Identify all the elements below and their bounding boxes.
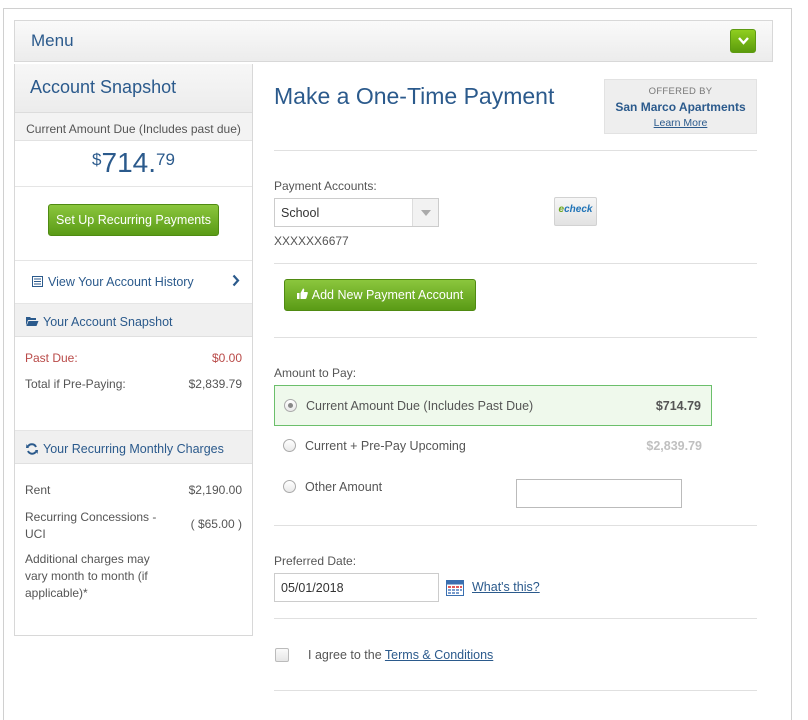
- option-current-due[interactable]: Current Amount Due (Includes Past Due) $…: [274, 385, 712, 426]
- learn-more-link[interactable]: Learn More: [605, 117, 756, 129]
- folder-open-icon: [26, 317, 39, 326]
- option-prepay-upcoming[interactable]: Current + Pre-Pay Upcoming $2,839.79: [274, 426, 712, 467]
- thumbs-up-icon: [296, 288, 308, 299]
- view-account-history-link[interactable]: View Your Account History: [15, 261, 252, 304]
- current-due-label: Current Amount Due (Includes past due): [15, 113, 252, 141]
- menu-bar: Menu: [14, 20, 773, 62]
- current-due-amount: $714.79: [15, 141, 252, 187]
- terms-conditions-link[interactable]: Terms & Conditions: [385, 648, 493, 662]
- sidebar-title: Account Snapshot: [15, 64, 252, 113]
- page-title: Make a One-Time Payment: [274, 83, 555, 109]
- preferred-date-input[interactable]: 05/01/2018: [274, 573, 439, 602]
- account-number: XXXXXX6677: [274, 234, 349, 248]
- payment-form: Make a One-Time Payment OFFERED BY San M…: [253, 64, 773, 720]
- divider: [274, 618, 757, 619]
- divider: [274, 337, 757, 338]
- radio-other-amount[interactable]: [283, 480, 296, 493]
- refresh-icon: [26, 443, 38, 455]
- chevron-down-icon: [738, 37, 749, 45]
- menu-toggle-button[interactable]: [730, 29, 756, 53]
- divider: [274, 525, 757, 526]
- menu-title: Menu: [31, 31, 74, 50]
- radio-current-due[interactable]: [284, 399, 297, 412]
- divider: [274, 690, 757, 691]
- calendar-icon[interactable]: [446, 580, 464, 596]
- add-payment-account-button[interactable]: Add New Payment Account: [284, 279, 476, 311]
- radio-prepay-upcoming[interactable]: [283, 439, 296, 452]
- divider: [274, 263, 757, 264]
- snapshot-section-heading: Your Account Snapshot: [15, 304, 252, 337]
- payment-account-select[interactable]: School: [274, 198, 439, 227]
- property-name: San Marco Apartments: [615, 100, 746, 114]
- echeck-logo: echeck: [554, 197, 597, 226]
- amount-to-pay-label: Amount to Pay:: [274, 366, 357, 380]
- agree-terms-checkbox[interactable]: [275, 648, 289, 662]
- whats-this-link[interactable]: What's this?: [472, 580, 540, 594]
- agree-terms-label: I agree to the Terms & Conditions: [308, 648, 494, 662]
- other-amount-input[interactable]: [516, 479, 682, 508]
- preferred-date-label: Preferred Date:: [274, 554, 357, 568]
- payment-accounts-label: Payment Accounts:: [274, 179, 377, 193]
- account-snapshot-sidebar: Account Snapshot Current Amount Due (Inc…: [14, 64, 253, 636]
- divider: [274, 150, 757, 151]
- offered-by-badge: OFFERED BY San Marco Apartments Learn Mo…: [604, 79, 757, 134]
- setup-recurring-payments-button[interactable]: Set Up Recurring Payments: [48, 204, 219, 236]
- list-icon: [32, 276, 43, 287]
- caret-down-icon: [421, 210, 431, 216]
- recurring-charges-heading: Your Recurring Monthly Charges: [15, 431, 252, 464]
- history-link-label: View Your Account History: [48, 275, 194, 289]
- chevron-right-icon: [232, 274, 240, 287]
